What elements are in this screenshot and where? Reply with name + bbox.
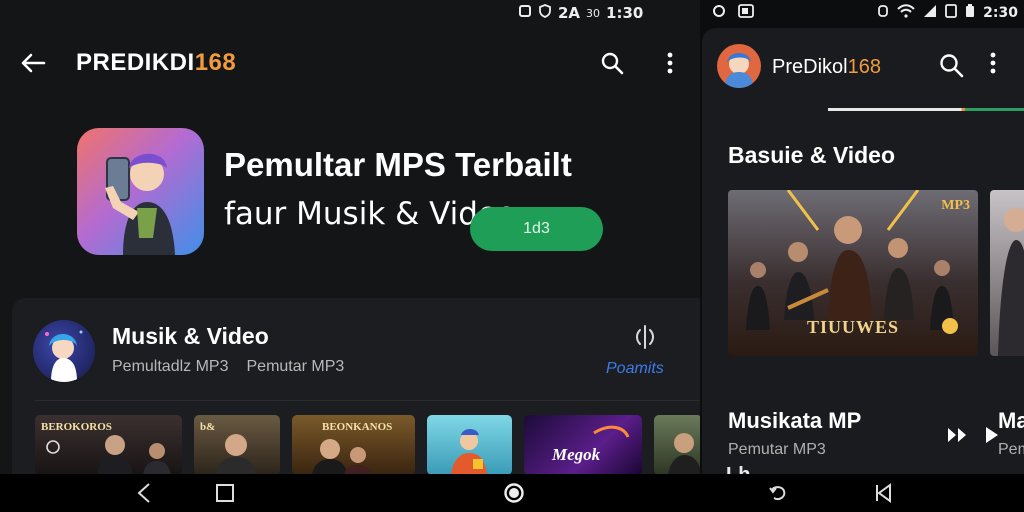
battery-icon bbox=[965, 4, 975, 22]
thumbnail-5[interactable]: Megok bbox=[524, 415, 642, 474]
clock: 2:30 bbox=[983, 5, 1018, 21]
channel-avatar[interactable] bbox=[33, 320, 95, 382]
channel-subtitle-1: Pemultadlz MP3 bbox=[112, 358, 229, 375]
follow-link[interactable]: Poamits bbox=[606, 360, 664, 378]
thumbnail-2[interactable]: b& bbox=[194, 415, 280, 474]
poster-badge: MP3 bbox=[941, 198, 970, 213]
profile-avatar[interactable] bbox=[717, 44, 761, 88]
home-circle-icon bbox=[504, 483, 524, 503]
track-title-2[interactable]: Ma bbox=[998, 408, 1024, 434]
sim-icon bbox=[945, 4, 958, 22]
channel-title: Musik & Video bbox=[112, 323, 269, 349]
thumbnail-art bbox=[312, 439, 372, 474]
app-panel: PreDikol168 Basuie & Video MP3 TIUUWES M… bbox=[702, 28, 1024, 474]
poster-label: TIUUWES bbox=[806, 317, 900, 337]
divider bbox=[35, 400, 700, 401]
skip-icon bbox=[948, 428, 966, 442]
channel-subtitles: Pemultadlz MP3 Pemutar MP3 bbox=[112, 358, 344, 376]
shield-icon bbox=[538, 4, 552, 22]
thumbnail-row: BEROKOROS b& BEONKANOS Megok bbox=[35, 415, 700, 474]
track-subtitle: Pemutar MP3 bbox=[728, 441, 826, 458]
poster-art bbox=[998, 208, 1024, 356]
more-options-button[interactable] bbox=[990, 52, 1010, 80]
battery-level: 30 bbox=[586, 6, 601, 20]
next-row-peek: Lh bbox=[726, 464, 750, 474]
rotate-icon bbox=[769, 486, 786, 501]
track-subtitle-2: Pem bbox=[998, 441, 1024, 458]
search-button[interactable] bbox=[938, 52, 966, 80]
search-button[interactable] bbox=[598, 49, 626, 77]
app-icon bbox=[77, 128, 204, 255]
app-bar: PREDIKDI168 bbox=[18, 40, 684, 86]
share-icon bbox=[636, 325, 654, 349]
settings-icon bbox=[712, 4, 726, 22]
thumbnail-1[interactable]: BEROKOROS bbox=[35, 415, 182, 474]
nav-rotate-button[interactable] bbox=[767, 482, 789, 504]
left-screen: 2A 30 1:30 PREDIKDI168 Pemultar MPS Terb… bbox=[0, 0, 700, 474]
triangle-back-icon bbox=[876, 483, 891, 503]
back-button[interactable] bbox=[18, 48, 48, 78]
thumbnail-caption: Megok bbox=[552, 445, 601, 464]
install-button[interactable]: 1d3 bbox=[470, 207, 603, 251]
clock: 1:30 bbox=[606, 4, 644, 22]
arrow-left-icon bbox=[21, 53, 46, 73]
notification-icon bbox=[518, 4, 532, 22]
thumbnail-art bbox=[668, 433, 700, 474]
network-label: 2A bbox=[558, 4, 581, 22]
nav-home-button[interactable] bbox=[503, 482, 525, 504]
next-poster[interactable] bbox=[990, 190, 1024, 356]
nav-back-button[interactable] bbox=[134, 482, 156, 504]
thumbnail-art bbox=[46, 435, 171, 474]
panel-title-name: PreDikol bbox=[772, 56, 848, 78]
loading-progress bbox=[828, 108, 1024, 111]
right-status-bar: 2:30 bbox=[712, 4, 1018, 22]
nav-recents-button[interactable] bbox=[214, 482, 236, 504]
thumbnail-art bbox=[216, 434, 256, 474]
left-status-bar: 2A 30 1:30 bbox=[518, 4, 643, 22]
brand-number: 168 bbox=[194, 49, 237, 76]
thumbnail-3[interactable]: BEONKANOS bbox=[292, 415, 415, 474]
more-vertical-icon bbox=[990, 52, 996, 74]
more-options-button[interactable] bbox=[656, 49, 684, 77]
track-title[interactable]: Musikata MP bbox=[728, 408, 861, 434]
square-icon bbox=[216, 484, 234, 502]
brand-name: PREDIKDI bbox=[76, 49, 195, 76]
alarm-icon bbox=[877, 4, 889, 22]
thumbnail-6[interactable] bbox=[654, 415, 700, 474]
panel-title-number: 168 bbox=[847, 56, 881, 78]
app-brand: PREDIKDI168 bbox=[76, 49, 236, 77]
panel-title: PreDikol168 bbox=[772, 56, 881, 79]
skip-button[interactable] bbox=[946, 424, 968, 446]
search-icon bbox=[940, 54, 964, 78]
right-screen: 2:30 PreDikol168 Basuie & Video MP3 TIUU… bbox=[700, 0, 1024, 474]
gallery-icon bbox=[738, 4, 754, 22]
nav-back-triangle-button[interactable] bbox=[873, 482, 895, 504]
featured-poster[interactable]: MP3 TIUUWES bbox=[728, 190, 978, 356]
search-icon bbox=[601, 52, 624, 75]
thumbnail-4[interactable] bbox=[427, 415, 512, 474]
more-vertical-icon bbox=[667, 52, 673, 74]
wifi-icon bbox=[897, 4, 915, 22]
channel-subtitle-2: Pemutar MP3 bbox=[246, 358, 345, 375]
share-button[interactable] bbox=[630, 322, 660, 352]
chevron-left-icon bbox=[137, 483, 150, 503]
section-title: Basuie & Video bbox=[728, 142, 896, 168]
signal-icon bbox=[923, 4, 937, 22]
thumbnail-art bbox=[451, 429, 487, 474]
app-title: Pemultar MPS Terbailt bbox=[224, 146, 572, 183]
system-nav-bar bbox=[0, 474, 1024, 512]
